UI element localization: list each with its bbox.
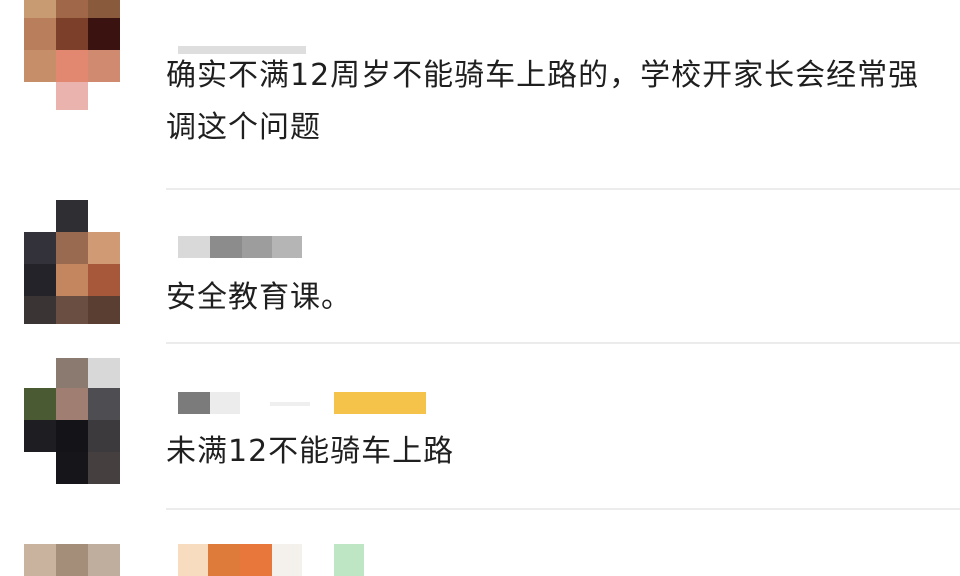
username-blurred[interactable] bbox=[178, 236, 304, 258]
comment-text: 未满12不能骑车上路 bbox=[166, 434, 455, 469]
avatar[interactable] bbox=[24, 0, 120, 110]
avatar[interactable] bbox=[24, 200, 120, 324]
comment-item bbox=[0, 510, 960, 576]
comment-text: 安全教育课。 bbox=[166, 280, 352, 315]
avatar[interactable] bbox=[24, 358, 120, 484]
comment-item: 未满12不能骑车上路 bbox=[0, 344, 960, 510]
username-blurred[interactable] bbox=[178, 544, 368, 576]
avatar[interactable] bbox=[24, 544, 120, 576]
comment-section: { "comments": [ { "text": "确实不满12周岁不能骑车上… bbox=[0, 0, 960, 576]
username-blurred[interactable] bbox=[178, 392, 428, 414]
comment-text: 确实不满12周岁不能骑车上路的，学校开家长会经常强调这个问题 bbox=[166, 58, 920, 145]
comment-item: 安全教育课。 bbox=[0, 190, 960, 344]
comment-item: 确实不满12周岁不能骑车上路的，学校开家长会经常强调这个问题 bbox=[0, 0, 960, 190]
